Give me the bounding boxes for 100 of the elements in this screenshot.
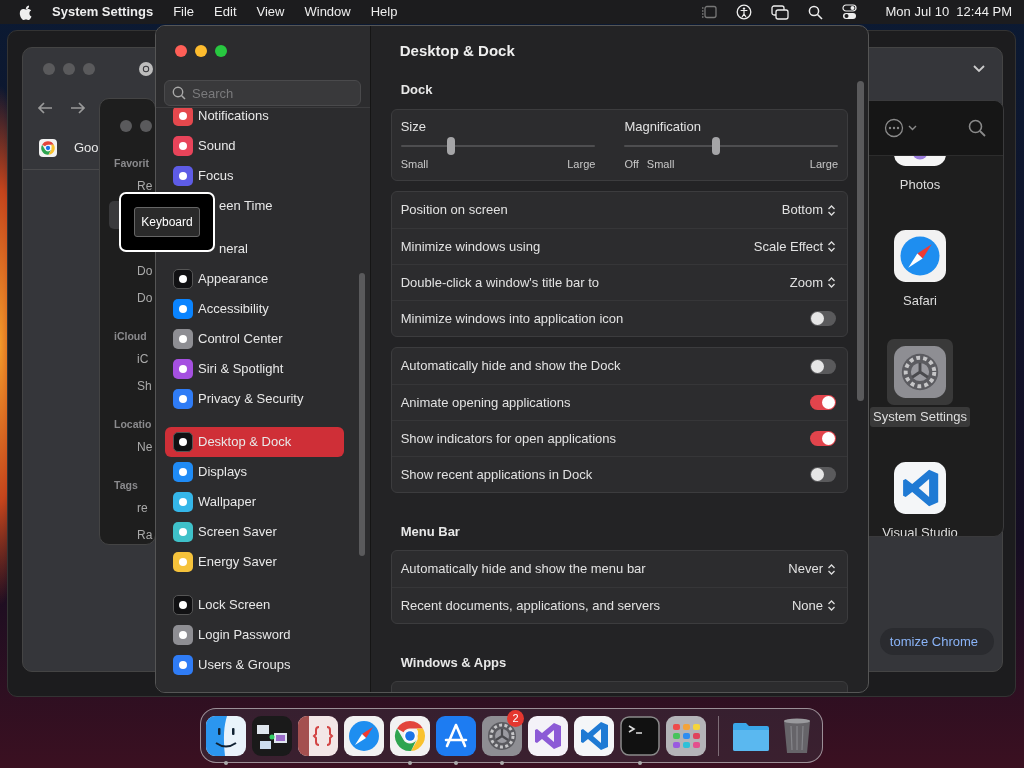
ring-icon[interactable] xyxy=(138,60,154,77)
toggle-switch[interactable] xyxy=(810,395,836,410)
ribbon-icon[interactable] xyxy=(894,462,946,514)
braces-icon[interactable] xyxy=(298,715,338,756)
app-label[interactable]: Safari xyxy=(900,291,940,311)
popup-button[interactable]: None xyxy=(791,595,836,616)
sidebar-item[interactable]: Users & Groups xyxy=(165,650,344,680)
slider-track[interactable] xyxy=(624,135,838,157)
smiling-face-icon[interactable] xyxy=(206,715,246,756)
sidebar-item[interactable]: Do xyxy=(137,258,153,285)
sidebar-item[interactable]: iC xyxy=(137,346,149,373)
app-menu[interactable]: System Settings xyxy=(42,0,164,24)
section-heading: Dock xyxy=(399,81,434,99)
a-shape-icon[interactable] xyxy=(436,715,476,756)
back-icon[interactable] xyxy=(37,100,53,115)
app-label[interactable]: System Settings xyxy=(870,407,970,427)
sidebar-item[interactable]: Siri & Spotlight xyxy=(165,354,344,384)
setting-label: Position on screen xyxy=(400,201,509,220)
popup-button[interactable]: Never xyxy=(788,559,836,579)
forward-icon[interactable] xyxy=(70,100,86,115)
toggle-switch[interactable] xyxy=(810,431,836,446)
scrollbar[interactable] xyxy=(856,81,864,401)
sidebar-item[interactable]: Desktop & Dock xyxy=(165,427,344,457)
close-button[interactable] xyxy=(175,45,187,57)
sidebar-item[interactable]: Notifications xyxy=(165,108,344,131)
ribbon-icon[interactable] xyxy=(528,715,568,756)
updown-chevron-icon xyxy=(827,276,836,289)
tooltip-label: Keyboard xyxy=(134,207,200,237)
sidebar-item[interactable]: Sh xyxy=(137,373,152,400)
minimize-button[interactable] xyxy=(195,45,207,57)
sidebar-item[interactable]: Sound xyxy=(165,131,344,161)
sidebar-icon[interactable] xyxy=(700,5,717,19)
menu-item[interactable]: Edit xyxy=(204,0,247,24)
sidebar-item[interactable]: Accessibility xyxy=(165,294,344,324)
slider-label: Magnification xyxy=(624,119,702,135)
menu-item[interactable]: File xyxy=(163,0,205,24)
sidebar-item[interactable]: Lock Screen xyxy=(165,590,344,620)
sidebar-item[interactable]: Screen Saver xyxy=(165,517,344,547)
search-field[interactable]: Search xyxy=(164,80,361,106)
gear-icon[interactable] xyxy=(482,715,522,756)
popup-button[interactable]: Scale Effect xyxy=(753,236,836,257)
toggle-switch[interactable] xyxy=(810,358,836,374)
app-label[interactable]: Photos xyxy=(896,175,944,195)
chevron-down-icon[interactable] xyxy=(908,125,917,131)
bookmark-link[interactable]: Goo xyxy=(74,137,99,158)
window-button[interactable] xyxy=(140,120,152,132)
popup-button[interactable]: Bottom xyxy=(781,200,836,220)
sidebar-item[interactable]: Control Center xyxy=(165,324,344,354)
search-icon[interactable] xyxy=(807,4,823,20)
search-icon xyxy=(172,86,186,100)
sidebar-item[interactable]: Login Password xyxy=(165,620,344,650)
section-heading: iCloud xyxy=(114,329,147,344)
section-heading: Tags xyxy=(114,478,138,493)
toggles-icon[interactable] xyxy=(841,4,857,20)
slider-thumb[interactable] xyxy=(447,137,456,155)
zoom-button[interactable] xyxy=(215,45,227,57)
sidebar-item[interactable]: Wallpaper xyxy=(165,487,344,517)
sidebar-item[interactable]: Privacy & Security xyxy=(165,384,344,414)
window-button[interactable] xyxy=(120,120,132,132)
menu-item[interactable]: Window xyxy=(294,0,361,24)
ribbon-icon[interactable] xyxy=(574,715,614,756)
screens-icon[interactable] xyxy=(252,715,292,756)
setting-label: Minimize windows into application icon xyxy=(400,309,625,328)
compass-icon[interactable] xyxy=(894,230,946,282)
compass-icon[interactable] xyxy=(344,715,384,756)
windows-icon[interactable] xyxy=(770,4,789,20)
sidebar-item[interactable]: Do xyxy=(137,285,153,312)
sidebar-item[interactable]: Ra xyxy=(137,522,153,544)
pill-button[interactable]: tomize Chrome xyxy=(879,628,994,655)
slider-end-label: Small xyxy=(646,157,675,171)
slider-end-label: Off xyxy=(624,157,639,171)
setting-label: Show indicators for open applications xyxy=(400,429,618,448)
sidebar-item[interactable]: Displays xyxy=(165,457,344,487)
accessibility-icon[interactable] xyxy=(735,4,752,20)
grid-icon[interactable] xyxy=(666,715,706,756)
updown-chevron-icon xyxy=(827,599,836,612)
sidebar-item[interactable]: Focus xyxy=(165,161,344,191)
setting-label: Recent documents, applications, and servers xyxy=(400,596,662,615)
gear-icon[interactable] xyxy=(894,346,946,398)
popup-button[interactable]: Zoom xyxy=(789,272,836,293)
page-title: Desktop & Dock xyxy=(398,40,516,61)
scrollbar[interactable] xyxy=(359,273,365,556)
sidebar-item[interactable]: Energy Saver xyxy=(165,547,344,577)
section-heading: Windows & Apps xyxy=(399,654,508,672)
slider-thumb[interactable] xyxy=(712,137,721,155)
chevron-down-icon[interactable] xyxy=(972,64,986,73)
ellipsis-icon[interactable] xyxy=(884,118,904,138)
sidebar-item[interactable]: re xyxy=(137,495,148,522)
sidebar-item[interactable]: Appearance xyxy=(165,264,344,294)
menu-item[interactable]: Help xyxy=(360,0,408,24)
sidebar-item[interactable]: Ne xyxy=(137,434,153,461)
toggle-switch[interactable] xyxy=(810,467,836,482)
setting-label: Automatically hide and show the menu bar xyxy=(400,560,647,579)
logo-icon[interactable] xyxy=(18,3,34,21)
slider-track[interactable] xyxy=(400,135,596,157)
section-heading: Favorit xyxy=(114,156,149,171)
menu-item[interactable]: View xyxy=(246,0,295,24)
terminal-icon[interactable] xyxy=(620,715,660,756)
toggle-switch[interactable] xyxy=(810,311,836,326)
updown-chevron-icon xyxy=(827,240,836,253)
